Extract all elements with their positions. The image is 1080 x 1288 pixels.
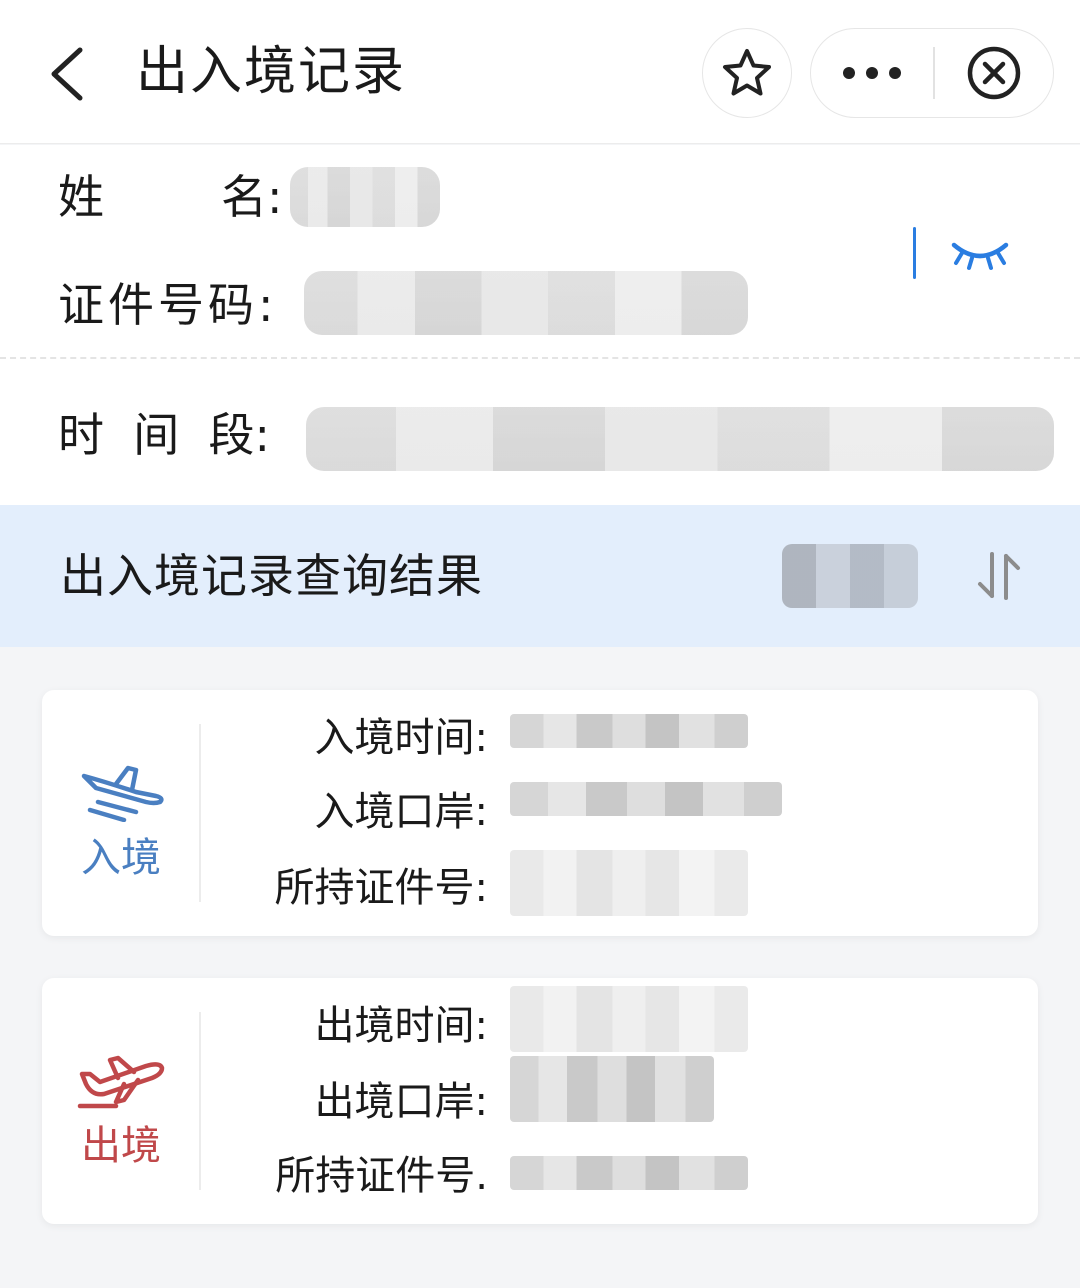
- result-title: 出入境记录查询结果: [60, 549, 483, 603]
- nav-bar: 出入境记录: [0, 0, 1080, 144]
- exit-time-label: 出境时间:: [314, 1003, 488, 1049]
- entry-port-value-redacted: [510, 782, 782, 816]
- close-circle-icon: [967, 46, 1021, 100]
- card-divider: [199, 724, 201, 902]
- favorite-button[interactable]: [702, 28, 792, 118]
- exit-port-value-redacted: [510, 1056, 714, 1122]
- exit-port-label: 出境口岸:: [314, 1079, 488, 1125]
- section-divider: [0, 357, 1080, 359]
- record-type-entry: 入境: [42, 690, 200, 936]
- entry-document-label: 所持证件号:: [274, 865, 488, 911]
- star-icon: [723, 49, 771, 96]
- result-count-redacted: [782, 544, 918, 608]
- card-divider: [199, 1012, 201, 1190]
- sort-button[interactable]: [970, 546, 1028, 606]
- back-button[interactable]: [40, 40, 100, 104]
- chevron-left-icon: [51, 47, 83, 101]
- close-button[interactable]: [935, 29, 1053, 117]
- toggle-divider: [913, 227, 916, 279]
- record-card-entry[interactable]: 入境 入境时间: 入境口岸: 所持证件号:: [42, 690, 1038, 936]
- record-type-label: 出境: [81, 1123, 161, 1169]
- more-dots-icon: [843, 67, 901, 79]
- plane-departure-icon: [77, 1055, 165, 1109]
- id-number-label: 证件号码:: [58, 278, 278, 332]
- entry-time-label: 入境时间:: [314, 715, 488, 761]
- visibility-toggle[interactable]: [940, 227, 1020, 283]
- entry-time-value-redacted: [510, 714, 748, 748]
- period-value-redacted: [306, 407, 1054, 471]
- period-label: 时 间 段:: [58, 408, 270, 462]
- entry-port-label: 入境口岸:: [314, 789, 488, 835]
- eye-closed-icon: [951, 242, 1009, 270]
- record-card-exit[interactable]: 出境 出境时间: 出境口岸: 所持证件号.: [42, 978, 1038, 1224]
- name-value-redacted: [290, 167, 440, 227]
- person-info: 姓 名: 证件号码: 时 间 段:: [0, 145, 1080, 505]
- exit-document-value-redacted: [510, 1156, 748, 1190]
- more-button[interactable]: [811, 29, 933, 117]
- plane-landing-icon: [81, 765, 164, 822]
- record-type-label: 入境: [81, 835, 161, 881]
- name-label: 姓 名:: [58, 170, 283, 224]
- record-type-exit: 出境: [42, 978, 200, 1224]
- page-title: 出入境记录: [136, 42, 407, 102]
- exit-time-value-redacted: [510, 986, 748, 1052]
- exit-document-label: 所持证件号.: [275, 1153, 488, 1199]
- mini-program-capsule: [810, 28, 1054, 118]
- id-number-value-redacted: [304, 271, 748, 335]
- sort-arrows-icon: [978, 552, 1020, 600]
- entry-document-value-redacted: [510, 850, 748, 916]
- result-header: 出入境记录查询结果: [0, 505, 1080, 647]
